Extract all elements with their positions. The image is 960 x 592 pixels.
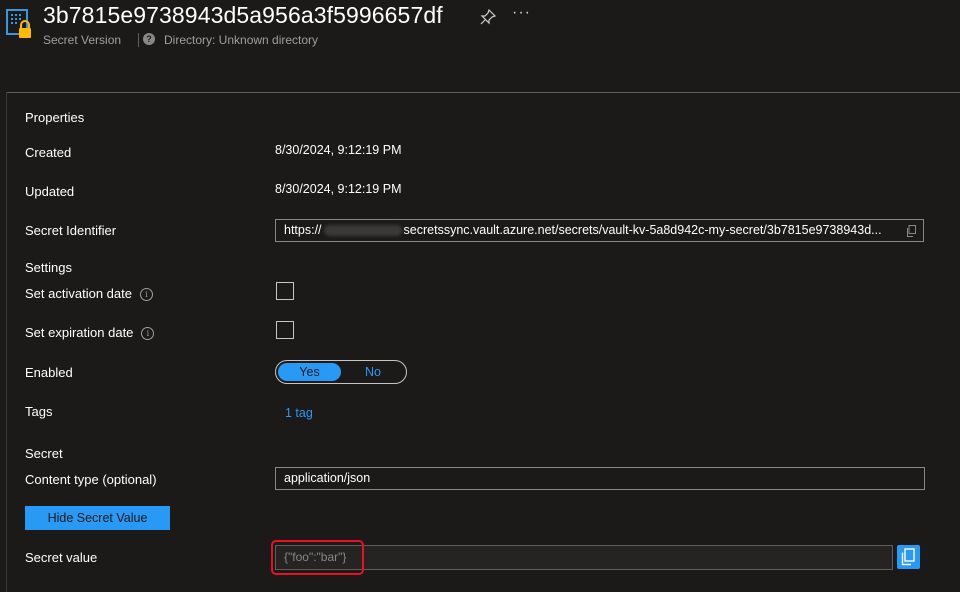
copy-icon	[901, 548, 915, 566]
resource-type-label: Secret Version	[43, 33, 122, 47]
secret-value-label: Secret value	[25, 550, 98, 565]
expiration-date-checkbox[interactable]	[276, 321, 294, 339]
secret-identifier-field[interactable]: https:// secretssync.vault.azure.net/secr…	[275, 219, 924, 242]
updated-label: Updated	[25, 184, 75, 199]
secret-identifier-prefix: https://	[284, 223, 322, 237]
more-actions-icon[interactable]: ···	[512, 4, 531, 22]
info-icon[interactable]: i	[139, 288, 153, 302]
enabled-no-option[interactable]: No	[342, 363, 404, 381]
activation-date-label: Set activation date i	[25, 286, 153, 302]
secret-value-field[interactable]: {"foo":"bar"}	[275, 545, 893, 570]
activation-date-checkbox[interactable]	[276, 282, 294, 300]
copy-secret-value-button[interactable]	[897, 545, 920, 569]
page-title: 3b7815e9738943d5a956a3f5996657df	[43, 2, 443, 28]
expiration-date-label: Set expiration date i	[25, 325, 155, 341]
enabled-label: Enabled	[25, 365, 73, 380]
info-icon[interactable]: i	[141, 327, 155, 341]
secret-identifier-suffix: secretssync.vault.azure.net/secrets/vaul…	[403, 223, 882, 237]
highlight-annotation	[271, 540, 364, 575]
created-label: Created	[25, 145, 72, 160]
secret-identifier-label: Secret Identifier	[25, 223, 117, 238]
properties-section-title: Properties	[25, 110, 85, 125]
content-type-input[interactable]: application/json	[275, 467, 925, 490]
content-left-border	[6, 92, 7, 592]
redacted-vault-name	[323, 225, 402, 237]
updated-value: 8/30/2024, 9:12:19 PM	[275, 182, 402, 196]
header-divider	[6, 92, 960, 93]
directory-label: Directory: Unknown directory	[164, 33, 319, 47]
content-type-label: Content type (optional)	[25, 472, 157, 487]
enabled-toggle[interactable]: Yes No	[275, 360, 407, 384]
secret-section-title: Secret	[25, 446, 63, 461]
hide-secret-value-button[interactable]: Hide Secret Value	[25, 506, 170, 530]
copy-icon[interactable]	[906, 225, 916, 237]
pin-icon[interactable]	[480, 9, 496, 25]
settings-section-title: Settings	[25, 260, 72, 275]
header-separator	[138, 33, 139, 47]
enabled-yes-option[interactable]: Yes	[278, 363, 341, 381]
tags-label: Tags	[25, 404, 53, 419]
created-value: 8/30/2024, 9:12:19 PM	[275, 143, 402, 157]
tags-link[interactable]: 1 tag	[285, 406, 313, 420]
key-vault-secret-icon	[6, 9, 31, 38]
directory-info-icon: ?	[143, 33, 155, 45]
